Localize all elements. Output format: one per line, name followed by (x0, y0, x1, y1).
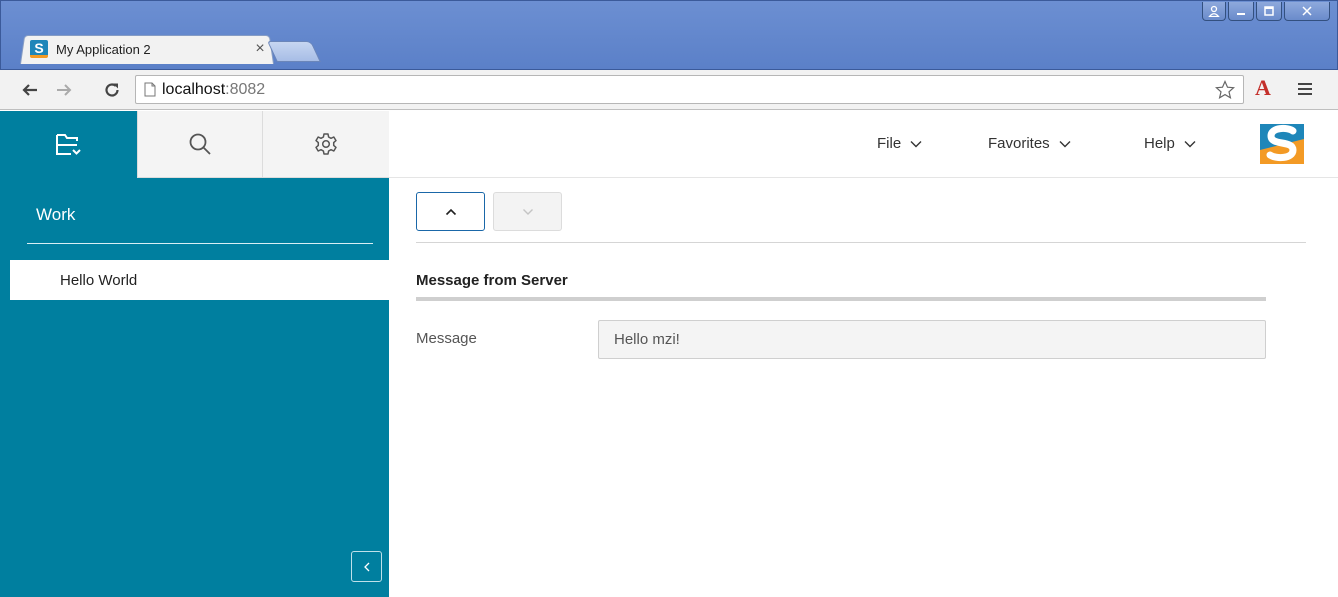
acrobat-extension-icon[interactable]: A (1255, 75, 1271, 101)
address-bar[interactable]: localhost:8082 (135, 75, 1244, 104)
app-favicon-icon: S (30, 40, 48, 58)
message-label: Message (416, 330, 477, 347)
gear-icon (315, 133, 337, 155)
menu-favorites[interactable]: Favorites (988, 135, 1071, 152)
sidebar-item-label: Hello World (60, 271, 138, 289)
browser-toolbar: localhost:8082 (0, 70, 1338, 110)
sidebar-divider (27, 243, 373, 244)
close-window-button[interactable] (1284, 2, 1330, 21)
back-button[interactable] (18, 78, 42, 102)
maximize-button[interactable] (1256, 2, 1282, 21)
reload-button[interactable] (100, 78, 124, 102)
tab-settings[interactable] (262, 111, 389, 178)
forward-button[interactable] (52, 78, 76, 102)
menu-file-label: File (877, 135, 902, 152)
address-host: localhost (162, 80, 226, 98)
tab-search[interactable] (137, 111, 262, 178)
minimize-button[interactable] (1228, 2, 1254, 21)
maximize-icon (1264, 6, 1274, 16)
back-arrow-icon (22, 84, 37, 96)
app-logo-icon (1260, 124, 1304, 164)
chevron-down-icon (1184, 140, 1196, 147)
search-icon (189, 133, 211, 155)
window-controls (1202, 2, 1330, 21)
move-up-button[interactable] (416, 192, 485, 231)
browser-tab-content: S My Application 2 × (30, 36, 270, 62)
user-icon (1208, 5, 1220, 17)
app-header: File Favorites Help (389, 111, 1338, 178)
collapse-sidebar-button[interactable] (351, 551, 382, 582)
browser-menu-icon[interactable] (1297, 82, 1313, 101)
minimize-icon (1237, 13, 1245, 15)
group-divider (416, 297, 1266, 301)
page-icon (144, 82, 156, 97)
sidebar-item-hello-world[interactable]: Hello World (10, 260, 389, 300)
profile-button[interactable] (1202, 2, 1226, 21)
tab-title: My Application 2 (56, 41, 151, 57)
chevron-down-icon (522, 208, 533, 215)
menu-file[interactable]: File (877, 135, 922, 152)
menu-help-label: Help (1144, 135, 1175, 152)
new-tab-button[interactable] (267, 41, 321, 62)
close-icon (1302, 6, 1312, 16)
message-field[interactable]: Hello mzi! (598, 320, 1266, 359)
chevron-down-icon (1059, 140, 1071, 147)
bookmark-star-icon[interactable] (1214, 80, 1236, 105)
forward-arrow-icon (57, 84, 72, 96)
outline-icon (55, 133, 81, 155)
sidebar: Work Hello World (0, 111, 389, 597)
chevron-left-icon (363, 562, 369, 571)
chevron-up-icon (445, 208, 456, 215)
toolbar-divider (416, 242, 1306, 243)
chevron-down-icon (910, 140, 922, 147)
move-down-button[interactable] (493, 192, 562, 231)
main-content: Message from Server Message Hello mzi! (389, 178, 1338, 597)
menu-help[interactable]: Help (1144, 135, 1196, 152)
application: Work Hello World File Favorites Help Mes… (0, 111, 1338, 597)
sidebar-section-title: Work (36, 205, 76, 224)
group-title: Message from Server (416, 272, 568, 289)
menu-favorites-label: Favorites (988, 135, 1050, 152)
sidebar-tabs (0, 111, 389, 178)
address-port: :8082 (225, 80, 266, 98)
tab-outline[interactable] (0, 111, 137, 178)
reload-icon (105, 83, 119, 97)
